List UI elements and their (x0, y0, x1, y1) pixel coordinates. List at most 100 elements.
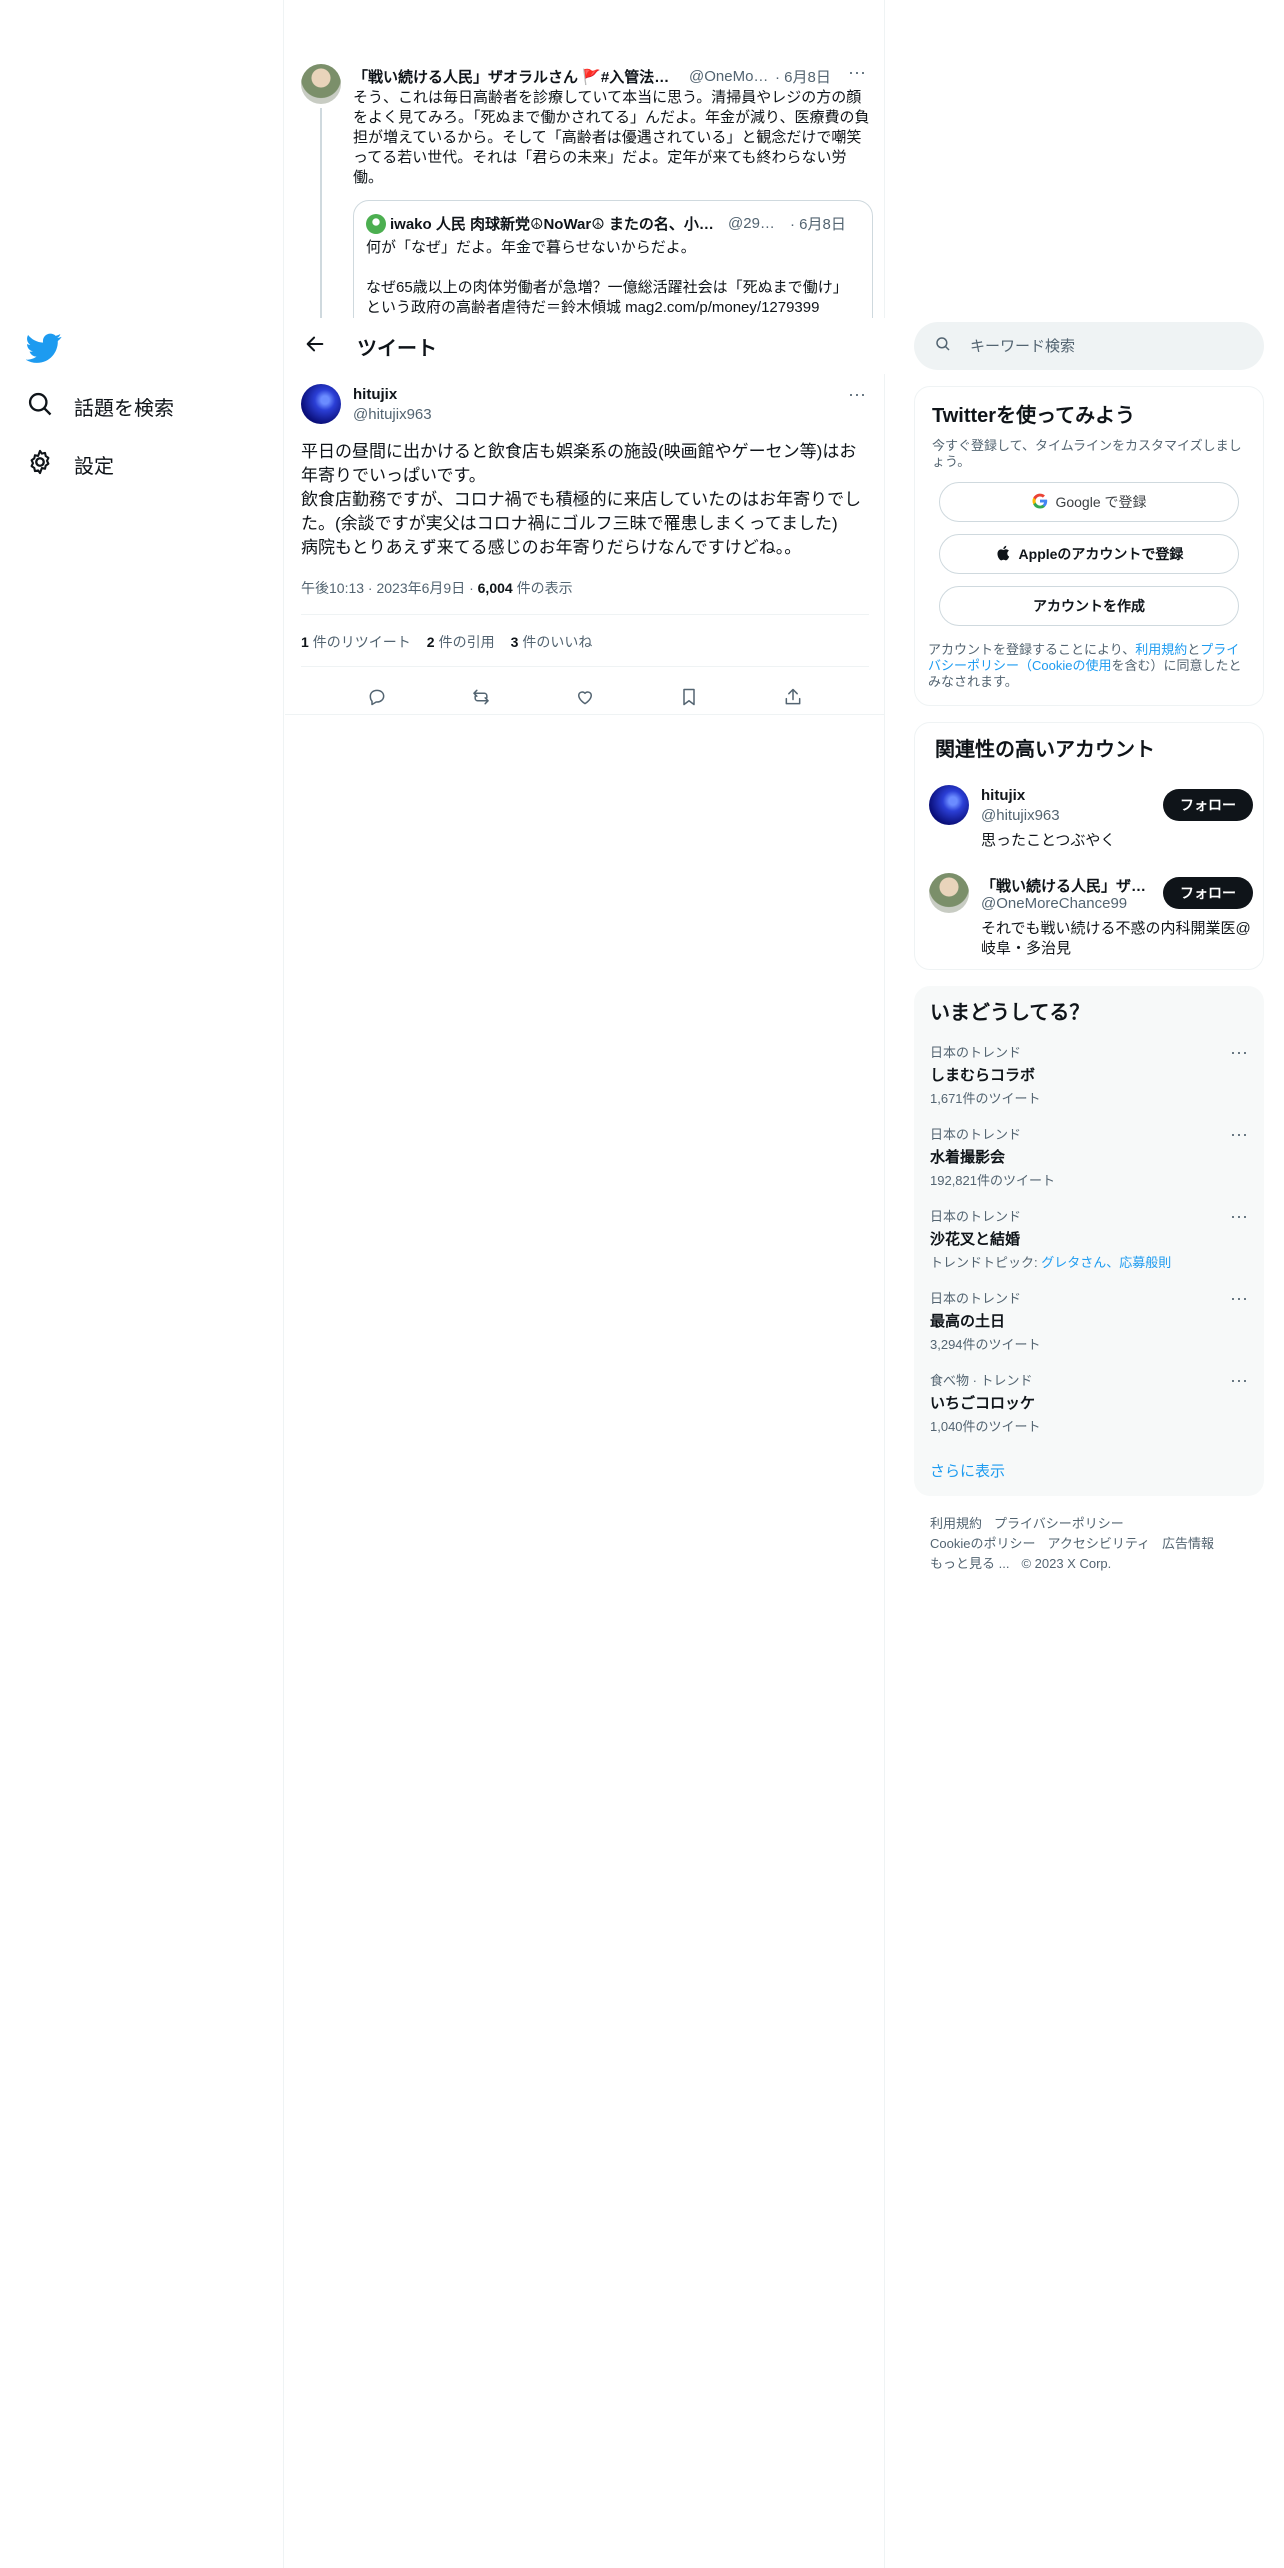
trend-topics: トレンドトピック: グレタさん、応募般則 (930, 1255, 1172, 1270)
more-icon[interactable]: ··· (1230, 1288, 1248, 1309)
main-column: 「戦い続ける人民」ザオラルさん 🚩#入管法改悪反対 @OneMoreChance… (285, 0, 885, 2568)
search-icon (26, 390, 54, 423)
google-signup-label: Google で登録 (1055, 494, 1147, 510)
tweet-stats: 1 件のリツイート 2 件の引用 3 件のいいね (301, 632, 592, 652)
more-icon[interactable]: ··· (845, 384, 869, 408)
more-icon[interactable]: ··· (1230, 1206, 1248, 1227)
right-sidebar: Twitterを使ってみよう 今すぐ登録して、タイムラインをカスタマイズしましょ… (914, 0, 1266, 2568)
footer: 利用規約 プライバシーポリシー Cookieのポリシー アクセシビリティ 広告情報 も… (930, 1514, 1260, 1574)
related-account[interactable]: hitujix @hitujix963 思ったことつぶやく フォロー (929, 785, 1253, 865)
avatar[interactable] (929, 785, 969, 825)
avatar[interactable] (929, 873, 969, 913)
search-box[interactable] (914, 322, 1264, 370)
related-account[interactable]: 「戦い続ける人民」ザオラルさん @OneMoreChance99 それでも戦い続… (929, 873, 1253, 963)
thread-line (320, 108, 322, 318)
footer-ads[interactable]: 広告情報 (1162, 1536, 1214, 1551)
twitter-bird-icon[interactable] (25, 330, 62, 366)
terms-link[interactable]: 利用規約 (1135, 642, 1187, 657)
signup-legal-text: アカウントを登録することにより、利用規約とプライバシーポリシー（Cookieの使… (928, 642, 1242, 689)
apple-signup-button[interactable]: Appleのアカウントで登録 (939, 534, 1239, 574)
nav-settings-label: 設定 (74, 456, 114, 478)
show-more-link[interactable]: さらに表示 (930, 1460, 1005, 1481)
trend-context: 日本のトレンド (930, 1209, 1022, 1224)
trend-item[interactable]: 日本のトレンド 沙花叉と結婚 トレンドトピック: グレタさん、応募般則 ··· (930, 1206, 1248, 1271)
trend-name: 沙花叉と結婚 (930, 1231, 1021, 1248)
quoted-tweet-text: 何が「なぜ」だよ。年金で暮らせないからだよ。 なぜ65歳以上の肉体労働者が急増？… (366, 239, 848, 316)
related-title: 関連性の高いアカウント (935, 739, 1155, 761)
google-icon (1031, 492, 1055, 513)
footer-terms[interactable]: 利用規約 (930, 1516, 982, 1531)
trend-name: 水着撮影会 (930, 1149, 1006, 1166)
more-icon[interactable]: ··· (1230, 1042, 1248, 1063)
account-bio: それでも戦い続ける不惑の内科開業医@岐阜・多治見 (981, 920, 1251, 957)
create-account-label: アカウントを作成 (1033, 598, 1145, 614)
retweet-button[interactable] (463, 681, 499, 717)
reply-icon (367, 687, 387, 712)
bookmark-icon (679, 687, 699, 712)
related-accounts-card: 関連性の高いアカウント hitujix @hitujix963 思ったことつぶや… (914, 722, 1264, 970)
trend-item[interactable]: 食べ物 · トレンド いちごコロッケ 1,040件のツイート ··· (930, 1370, 1248, 1435)
trend-item[interactable]: 日本のトレンド 最高の土日 3,294件のツイート ··· (930, 1288, 1248, 1353)
quoted-tweet-header: iwako 人民 肉球新党☮NoWar☮ またの名、小野田系 @29sanjou… (366, 213, 860, 234)
divider (301, 614, 869, 615)
bookmark-button[interactable] (671, 681, 707, 717)
nav-explore[interactable]: 話題を検索 (26, 390, 174, 423)
view-count: 6,004 (477, 580, 513, 596)
account-handle[interactable]: @hitujix963 (981, 807, 1060, 824)
author-name[interactable]: 「戦い続ける人民」ザオラルさん 🚩#入管法改悪反対 (353, 66, 683, 87)
heart-icon (575, 687, 595, 712)
trend-item[interactable]: 日本のトレンド しまむらコラボ 1,671件のツイート ··· (930, 1042, 1248, 1107)
follow-button[interactable]: フォロー (1163, 789, 1253, 821)
tweet-date[interactable]: · 6月8日 (775, 66, 831, 87)
share-button[interactable] (775, 681, 811, 717)
quoted-tweet[interactable]: iwako 人民 肉球新党☮NoWar☮ またの名、小野田系 @29sanjou… (353, 200, 873, 318)
reply-button[interactable] (359, 681, 395, 717)
quote-stat[interactable]: 2 件の引用 (427, 632, 495, 652)
search-input[interactable] (970, 337, 1230, 355)
trend-context: 日本のトレンド (930, 1127, 1022, 1142)
apple-icon (995, 544, 1019, 565)
like-stat[interactable]: 3 件のいいね (511, 632, 593, 652)
cookie-link[interactable]: （Cookieの使用 (1019, 658, 1111, 673)
trend-count: 192,821件のツイート (930, 1173, 1055, 1188)
follow-button[interactable]: フォロー (1163, 877, 1253, 909)
apple-signup-label: Appleのアカウントで登録 (1018, 546, 1184, 562)
trend-count: 3,294件のツイート (930, 1337, 1041, 1352)
footer-cookie[interactable]: Cookieのポリシー (930, 1536, 1035, 1551)
avatar (366, 213, 386, 234)
search-icon (914, 335, 952, 358)
back-button[interactable] (297, 328, 333, 364)
more-icon[interactable]: ··· (845, 62, 869, 86)
trend-topic-links[interactable]: グレタさん、応募般則 (1041, 1255, 1171, 1270)
account-name[interactable]: 「戦い続ける人民」ザオラルさん (981, 875, 1149, 896)
retweet-icon (471, 687, 491, 712)
more-icon[interactable]: ··· (1230, 1124, 1248, 1145)
avatar[interactable] (301, 64, 341, 104)
trend-item[interactable]: 日本のトレンド 水着撮影会 192,821件のツイート ··· (930, 1124, 1248, 1189)
signup-card: Twitterを使ってみよう 今すぐ登録して、タイムラインをカスタマイズしましょ… (914, 386, 1264, 706)
trends-card: いまどうしてる？ 日本のトレンド しまむらコラボ 1,671件のツイート ···… (914, 986, 1264, 1496)
author-handle[interactable]: @hitujix963 (353, 406, 432, 423)
gear-icon (26, 448, 54, 481)
nav-settings[interactable]: 設定 (26, 448, 114, 481)
parent-tweet-header: 「戦い続ける人民」ザオラルさん 🚩#入管法改悪反対 @OneMoreChance… (353, 62, 869, 87)
avatar[interactable] (301, 384, 341, 424)
footer-privacy[interactable]: プライバシーポリシー (994, 1516, 1124, 1531)
footer-accessibility[interactable]: アクセシビリティ (1047, 1536, 1150, 1551)
retweet-stat[interactable]: 1 件のリツイート (301, 632, 411, 652)
footer-more[interactable]: もっと見る ... (930, 1556, 1009, 1571)
more-icon[interactable]: ··· (1230, 1370, 1248, 1391)
account-name[interactable]: hitujix (981, 787, 1025, 804)
author-handle[interactable]: @OneMoreChance99 (689, 68, 769, 85)
quoted-author-handle: @29sanjou (728, 215, 782, 232)
parent-tweet[interactable]: 「戦い続ける人民」ザオラルさん 🚩#入管法改悪反対 @OneMoreChance… (285, 0, 885, 318)
like-button[interactable] (567, 681, 603, 717)
google-signup-button[interactable]: Google で登録 (939, 482, 1239, 522)
page-title: ツイート (357, 337, 437, 360)
author-name[interactable]: hitujix (353, 386, 397, 403)
account-handle[interactable]: @OneMoreChance99 (981, 895, 1127, 912)
create-account-button[interactable]: アカウントを作成 (939, 586, 1239, 626)
tweet-timestamp[interactable]: 午後10:13 · 2023年6月9日 · (301, 580, 478, 596)
trend-name: 最高の土日 (930, 1313, 1006, 1330)
trend-count: 1,040件のツイート (930, 1419, 1041, 1434)
